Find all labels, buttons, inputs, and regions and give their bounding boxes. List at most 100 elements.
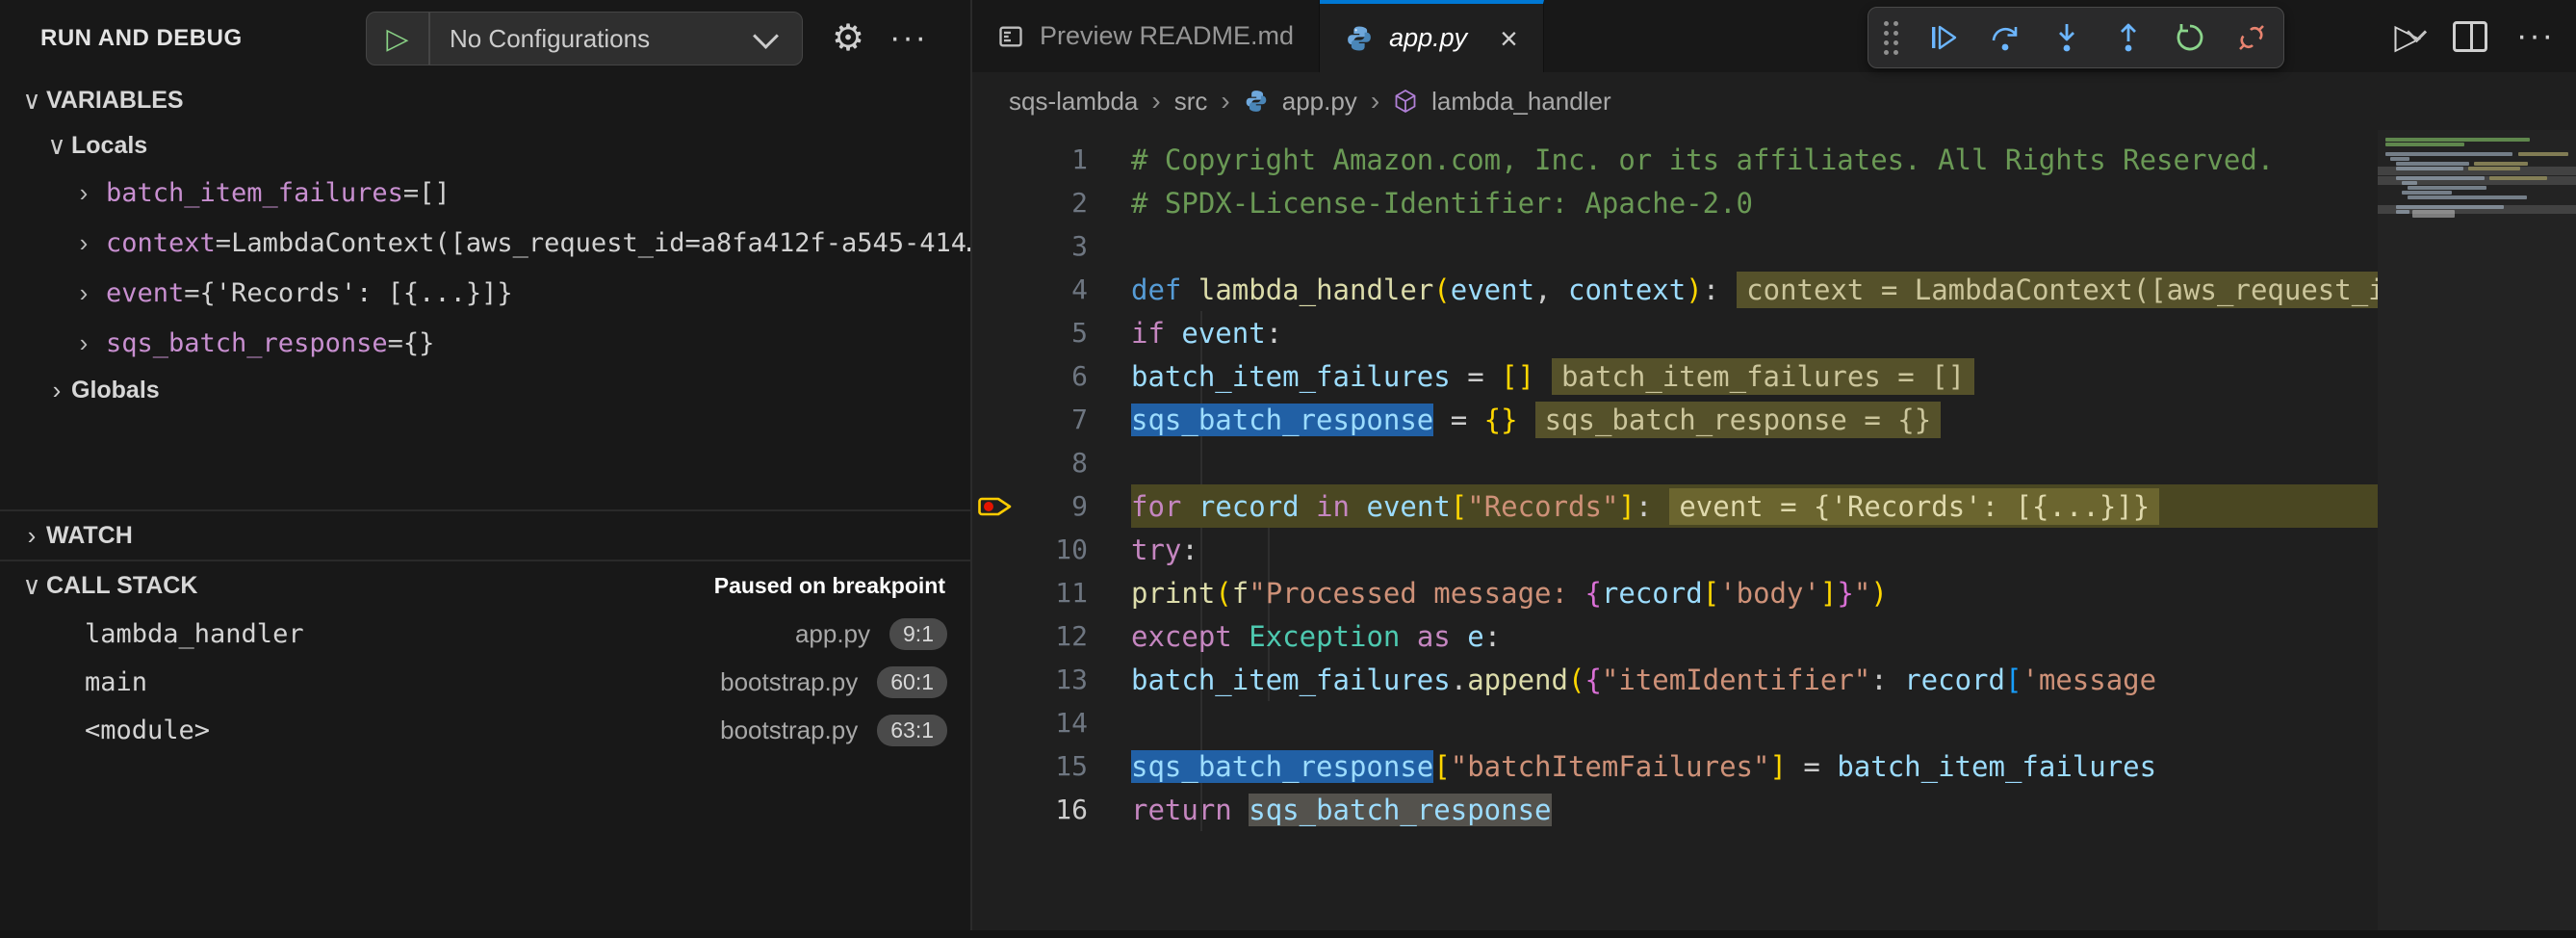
step-over-button[interactable] xyxy=(1987,19,2023,56)
stack-frame[interactable]: lambda_handlerapp.py9:1 xyxy=(0,610,970,658)
code-text[interactable]: for record in event["Records"]:event = {… xyxy=(1131,484,2378,528)
code-text[interactable]: batch_item_failures.append({"itemIdentif… xyxy=(1131,658,2378,701)
code-line-8[interactable]: 8 xyxy=(972,441,2378,484)
tab-preview-readme[interactable]: Preview README.md xyxy=(972,0,1320,72)
editor-more-actions-icon[interactable]: ··· xyxy=(2516,30,2555,43)
code-text[interactable]: if event: xyxy=(1131,311,2378,354)
code-line-2[interactable]: 2 # SPDX-License-Identifier: Apache-2.0 xyxy=(972,181,2378,224)
code-line-9[interactable]: 9 for record in event["Records"]:event =… xyxy=(972,484,2378,528)
step-into-button[interactable] xyxy=(2048,19,2085,56)
watch-header[interactable]: › WATCH xyxy=(0,511,970,560)
code-line-7[interactable]: 7 sqs_batch_response = {}sqs_batch_respo… xyxy=(972,398,2378,441)
code-line-4[interactable]: 4 def lambda_handler(event, context):cont… xyxy=(972,268,2378,311)
variable-row[interactable]: ›context = LambdaContext([aws_request_id… xyxy=(0,218,970,268)
code-line-6[interactable]: 6 batch_item_failures = []batch_item_fai… xyxy=(972,354,2378,398)
disconnect-button[interactable] xyxy=(2233,19,2270,56)
code-text[interactable]: sqs_batch_response = {}sqs_batch_respons… xyxy=(1131,398,2378,441)
code-text[interactable] xyxy=(1131,701,2378,744)
line-number[interactable]: 8 xyxy=(1020,447,1088,479)
frame-name: lambda_handler xyxy=(85,619,304,649)
code-line-1[interactable]: 1 # Copyright Amazon.com, Inc. or its aff… xyxy=(972,138,2378,181)
locals-group[interactable]: ∨ Locals xyxy=(0,123,970,168)
line-number[interactable]: 12 xyxy=(1020,620,1088,652)
code-line-15[interactable]: 15 sqs_batch_response["batchItemFailures… xyxy=(972,744,2378,788)
start-debug-icon[interactable]: ▷ xyxy=(367,13,430,65)
line-number[interactable]: 16 xyxy=(1020,794,1088,825)
token: [ xyxy=(2005,664,2022,696)
variable-row[interactable]: ›batch_item_failures = [] xyxy=(0,168,970,218)
minimap-line xyxy=(2518,152,2568,156)
code-line-5[interactable]: 5 if event: xyxy=(972,311,2378,354)
token: : xyxy=(1181,534,1198,566)
chevron-collapsed-icon[interactable]: › xyxy=(69,328,98,358)
minimap-line xyxy=(2385,152,2512,156)
chevron-collapsed-icon[interactable]: › xyxy=(69,228,98,258)
code-line-3[interactable]: 3 xyxy=(972,224,2378,268)
variables-header[interactable]: ∨ VARIABLES xyxy=(0,77,970,123)
line-number[interactable]: 5 xyxy=(1020,317,1088,349)
inline-debug-hint: batch_item_failures = [] xyxy=(1552,358,1974,395)
more-actions-icon[interactable]: ··· xyxy=(889,32,928,45)
stack-frame[interactable]: mainbootstrap.py60:1 xyxy=(0,658,970,706)
close-icon[interactable]: × xyxy=(1500,23,1518,54)
minimap-line xyxy=(2408,186,2486,190)
line-number[interactable]: 6 xyxy=(1020,360,1088,392)
restart-button[interactable] xyxy=(2172,19,2208,56)
current-breakpoint-marker[interactable] xyxy=(972,492,1020,521)
line-number[interactable]: 7 xyxy=(1020,404,1088,435)
chevron-collapsed-icon: › xyxy=(17,521,46,551)
code-text[interactable]: # Copyright Amazon.com, Inc. or its affi… xyxy=(1131,138,2378,181)
line-number[interactable]: 3 xyxy=(1020,230,1088,262)
breadcrumb-symbol[interactable]: lambda_handler xyxy=(1431,87,1610,117)
code-text[interactable]: try: xyxy=(1131,528,2378,571)
step-out-button[interactable] xyxy=(2110,19,2147,56)
code-area[interactable]: 1 # Copyright Amazon.com, Inc. or its aff… xyxy=(972,130,2378,938)
line-number[interactable]: 4 xyxy=(1020,274,1088,305)
line-number[interactable]: 9 xyxy=(1020,490,1088,522)
variable-row[interactable]: ›event = {'Records': [{...}]} xyxy=(0,268,970,318)
minimap-line xyxy=(2396,210,2409,214)
code-line-13[interactable]: 13 batch_item_failures.append({"itemIden… xyxy=(972,658,2378,701)
line-number[interactable]: 10 xyxy=(1020,534,1088,565)
chevron-collapsed-icon[interactable]: › xyxy=(69,278,98,308)
tab-app-py[interactable]: app.py × xyxy=(1320,0,1544,72)
drag-handle-icon[interactable] xyxy=(1884,21,1898,55)
code-text[interactable]: except Exception as e: xyxy=(1131,614,2378,658)
chevron-collapsed-icon[interactable]: › xyxy=(69,178,98,208)
code-text[interactable]: # SPDX-License-Identifier: Apache-2.0 xyxy=(1131,181,2378,224)
line-number[interactable]: 15 xyxy=(1020,750,1088,782)
gear-icon[interactable]: ⚙ xyxy=(832,20,864,57)
code-line-10[interactable]: 10 try: xyxy=(972,528,2378,571)
breadcrumb-folder[interactable]: sqs-lambda xyxy=(1009,87,1138,117)
code-text[interactable] xyxy=(1131,224,2378,268)
code-text[interactable]: sqs_batch_response["batchItemFailures"] … xyxy=(1131,744,2378,788)
code-text[interactable]: print(f"Processed message: {record['body… xyxy=(1131,571,2378,614)
variable-row[interactable]: ›sqs_batch_response = {} xyxy=(0,318,970,368)
run-python-file-button[interactable]: ▷ xyxy=(2394,16,2424,57)
line-number[interactable]: 1 xyxy=(1020,143,1088,175)
code-text[interactable]: batch_item_failures = []batch_item_failu… xyxy=(1131,354,2378,398)
callstack-header[interactable]: ∨ CALL STACK Paused on breakpoint xyxy=(0,561,970,610)
line-number[interactable]: 2 xyxy=(1020,187,1088,219)
code-line-11[interactable]: 11 print(f"Processed message: {record['b… xyxy=(972,571,2378,614)
code-text[interactable]: return sqs_batch_response xyxy=(1131,788,2378,831)
code-line-16[interactable]: 16 return sqs_batch_response xyxy=(972,788,2378,831)
breadcrumb-folder[interactable]: src xyxy=(1174,87,1208,117)
split-editor-icon[interactable] xyxy=(2453,21,2487,52)
continue-button[interactable] xyxy=(1925,19,1962,56)
preview-icon xyxy=(997,23,1024,50)
breadcrumb-file[interactable]: app.py xyxy=(1282,87,1357,117)
token: sqs_batch_response xyxy=(1131,404,1433,436)
code-line-12[interactable]: 12 except Exception as e: xyxy=(972,614,2378,658)
code-line-14[interactable]: 14 xyxy=(972,701,2378,744)
code-text[interactable] xyxy=(1131,441,2378,484)
globals-group[interactable]: › Globals xyxy=(0,368,970,412)
launch-config-dropdown[interactable]: ▷ No Configurations xyxy=(366,12,803,65)
line-number[interactable]: 14 xyxy=(1020,707,1088,739)
line-number[interactable]: 13 xyxy=(1020,664,1088,695)
line-number[interactable]: 11 xyxy=(1020,577,1088,609)
code-text[interactable]: def lambda_handler(event, context):conte… xyxy=(1131,268,2378,311)
stack-frame[interactable]: <module>bootstrap.py63:1 xyxy=(0,706,970,754)
callstack-title: CALL STACK xyxy=(46,572,197,600)
minimap[interactable] xyxy=(2378,130,2576,938)
